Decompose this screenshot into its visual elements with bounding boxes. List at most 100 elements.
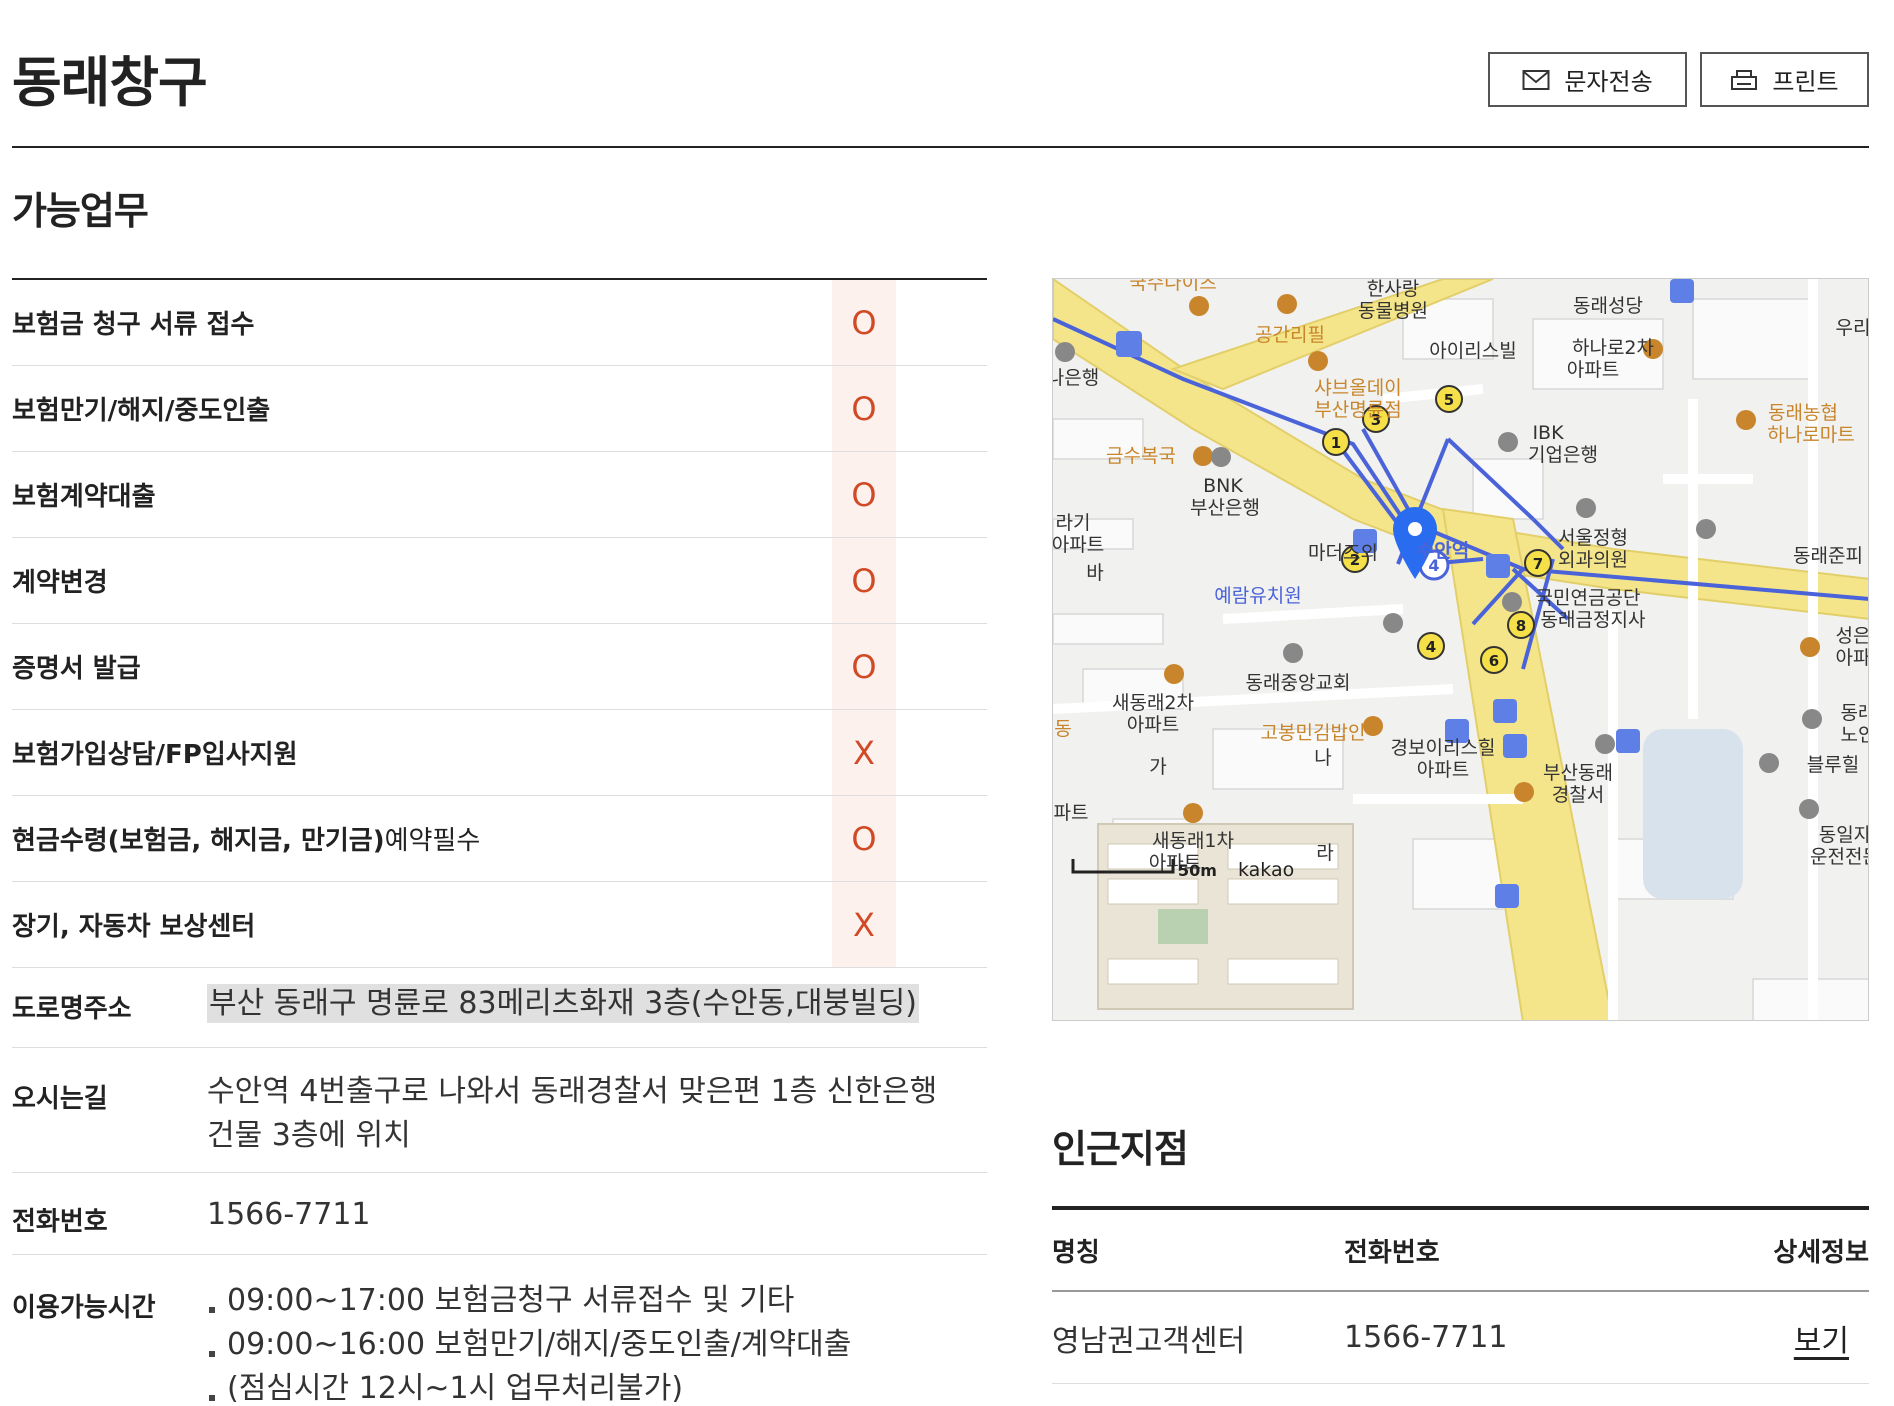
map-label: 동래 xyxy=(1841,702,1869,724)
map-label: IBK xyxy=(1532,422,1564,444)
map-label: 서울정형 xyxy=(1558,527,1628,549)
address-label: 도로명주소 xyxy=(12,994,132,1024)
map-label: 우리 xyxy=(1836,317,1869,339)
service-name: 계약변경 xyxy=(12,568,108,598)
map-label: 바 xyxy=(1086,562,1103,584)
service-availability: O xyxy=(832,452,896,537)
map-scale-label: 50m xyxy=(1178,861,1217,880)
map-label-station: 수안역 xyxy=(1417,540,1469,562)
service-name: 증명서 발급 xyxy=(12,654,141,684)
service-row: 장기, 자동차 보상센터 X xyxy=(12,882,987,968)
hours-item: (점심시간 12시~1시 업무처리불가) xyxy=(207,1367,987,1406)
branch-info: 도로명주소 부산 동래구 명륜로 83메리츠화재 3층(수안동,대붕빌딩) 오시… xyxy=(12,966,987,1406)
map-label: 라 xyxy=(1316,842,1333,864)
map-label-poi: 동래농협 xyxy=(1768,402,1838,424)
map-label: 아파트 xyxy=(1127,714,1179,736)
map-label: 노인 xyxy=(1841,724,1869,746)
map-label-poi: 부산명륜점 xyxy=(1314,399,1401,421)
map-exit-7: 7 xyxy=(1533,555,1543,573)
map-label: 한사랑 xyxy=(1367,279,1419,300)
map-label-poi: 동 xyxy=(1054,718,1071,740)
hours-item: 09:00~16:00 보험만기/해지/중도인출/계약대출 xyxy=(207,1323,987,1367)
map-label: BNK xyxy=(1203,475,1243,497)
map-label: 동래성당 xyxy=(1573,295,1643,317)
map-exit-4: 4 xyxy=(1426,638,1436,656)
map-label: 기업은행 xyxy=(1528,444,1598,466)
service-row: 증명서 발급 O xyxy=(12,624,987,710)
map-label: 경보이리스힐 xyxy=(1391,737,1496,759)
print-button[interactable]: 프린트 xyxy=(1700,52,1869,107)
map-label: 부산은행 xyxy=(1190,497,1260,519)
service-row: 보험가입상담/FP입사지원 X xyxy=(12,710,987,796)
services-table: 보험금 청구 서류 접수 O 보험만기/해지/중도인출 O 보험계약대출 O 계… xyxy=(12,278,987,968)
service-availability: O xyxy=(832,796,896,881)
map-label: 새동래1차 xyxy=(1152,830,1234,852)
map-label-poi: 고봉민김밥인 xyxy=(1261,722,1366,744)
map-label: 하나로2차 xyxy=(1572,337,1654,359)
service-row: 보험계약대출 O xyxy=(12,452,987,538)
printer-icon xyxy=(1730,69,1758,91)
nearby-table: 명칭 전화번호 상세정보 영남권고객센터 1566-7711 보기 xyxy=(1052,1206,1869,1384)
service-availability: O xyxy=(832,624,896,709)
service-name: 장기, 자동차 보상센터 xyxy=(12,912,256,942)
map-label: 아파트 xyxy=(1417,759,1469,781)
map-label-poi: 금수복국 xyxy=(1106,445,1176,467)
map-label-school: 예람유치원 xyxy=(1214,585,1301,607)
detail-link[interactable]: 보기 xyxy=(1794,1324,1849,1359)
map-label: 운전전문 xyxy=(1810,846,1869,868)
sms-button-label: 문자전송 xyxy=(1564,69,1653,96)
map-label: 나 xyxy=(1314,747,1331,769)
map-label: 아파 xyxy=(1836,647,1869,669)
directions-line: 수안역 4번출구로 나와서 동래경찰서 맞은편 1층 신한은행 xyxy=(207,1074,938,1109)
col-detail-header: 상세정보 xyxy=(1773,1237,1869,1268)
branch-phone: 1566-7711 xyxy=(1344,1320,1508,1355)
service-name: 보험만기/해지/중도인출 xyxy=(12,396,271,426)
map-exit-6: 6 xyxy=(1489,652,1499,670)
hours-row: 이용가능시간 09:00~17:00 보험금청구 서류접수 및 기타 09:00… xyxy=(12,1255,987,1406)
map-label-poi: 공간리필 xyxy=(1255,324,1325,346)
service-name: 현금수령(보험금, 해지금, 만기금)예약필수 xyxy=(12,820,480,857)
branch-name: 영남권고객센터 xyxy=(1052,1323,1246,1359)
map-exit-8: 8 xyxy=(1516,617,1526,635)
map-label: 동래금정지사 xyxy=(1541,609,1646,631)
map-label: 경찰서 xyxy=(1552,784,1604,806)
service-name: 보험금 청구 서류 접수 xyxy=(12,310,255,340)
map-label: 마더즈의 xyxy=(1308,542,1378,564)
map-label: 아파트 xyxy=(1567,359,1619,381)
map-label: 아이리스빌 xyxy=(1429,340,1516,362)
location-map[interactable]: 1 2 3 4 5 6 7 8 4 한사랑 동물병원 동래성당 우리 아이리스빌… xyxy=(1052,278,1869,1021)
service-name: 보험가입상담/FP입사지원 xyxy=(12,740,298,770)
table-row: 영남권고객센터 1566-7711 보기 xyxy=(1052,1292,1869,1384)
map-label: 가 xyxy=(1149,756,1166,778)
map-label: 성은 xyxy=(1836,625,1869,647)
map-label: 동일자 xyxy=(1819,824,1869,846)
map-brand: kakao xyxy=(1238,859,1294,881)
map-label: 부산동래 xyxy=(1543,762,1613,784)
hours-label: 이용가능시간 xyxy=(12,1293,156,1323)
service-availability: X xyxy=(832,882,896,967)
map-label: 국민연금공단 xyxy=(1536,587,1641,609)
service-row: 보험만기/해지/중도인출 O xyxy=(12,366,987,452)
map-label: 외과의원 xyxy=(1558,549,1628,571)
address-row: 도로명주소 부산 동래구 명륜로 83메리츠화재 3층(수안동,대붕빌딩) xyxy=(12,966,987,1048)
map-label-poi: 샤브올데이 xyxy=(1314,377,1401,399)
directions-line: 건물 3층에 위치 xyxy=(207,1118,411,1153)
map-label: 파트 xyxy=(1054,802,1089,824)
phone-value: 1566-7711 xyxy=(207,1197,371,1232)
map-label: 블루힐 xyxy=(1807,754,1859,776)
sms-button[interactable]: 문자전송 xyxy=(1488,52,1687,107)
service-availability: O xyxy=(832,538,896,623)
page-title: 동래창구 xyxy=(12,51,208,114)
map-label: 동물병원 xyxy=(1358,300,1428,322)
map-label: 아파트 xyxy=(1053,534,1104,556)
service-row: 계약변경 O xyxy=(12,538,987,624)
address-value[interactable]: 부산 동래구 명륜로 83메리츠화재 3층(수안동,대붕빌딩) xyxy=(207,984,919,1023)
header-divider xyxy=(12,146,1869,148)
hours-item: 09:00~17:00 보험금청구 서류접수 및 기타 xyxy=(207,1279,987,1323)
table-header: 명칭 전화번호 상세정보 xyxy=(1052,1210,1869,1292)
service-availability: O xyxy=(832,366,896,451)
service-name-main: 현금수령(보험금, 해지금, 만기금) xyxy=(12,826,385,856)
print-button-label: 프린트 xyxy=(1772,69,1839,96)
map-label-poi: 하나로마트 xyxy=(1767,424,1854,446)
service-availability: O xyxy=(832,280,896,365)
